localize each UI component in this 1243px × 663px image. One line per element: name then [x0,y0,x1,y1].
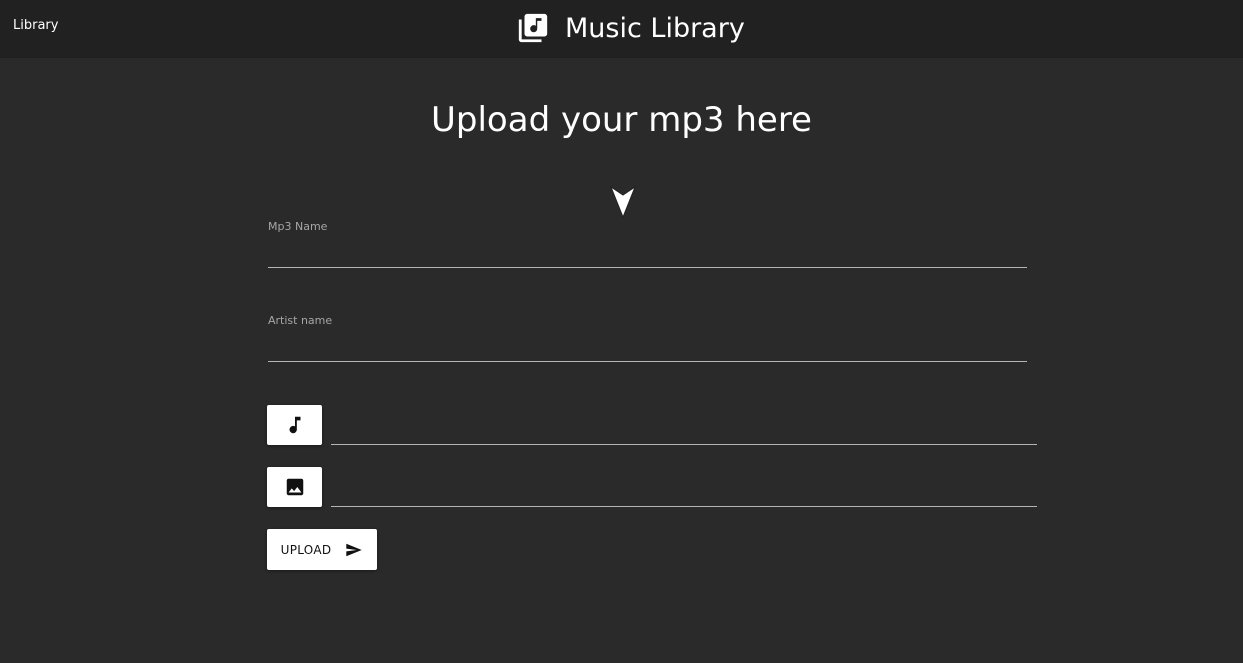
mp3-name-input[interactable] [268,243,1027,268]
music-note-icon [289,416,300,434]
upload-button[interactable]: UPLOAD [267,529,377,570]
artist-name-label: Artist name [268,314,333,327]
choose-audio-button[interactable] [267,405,322,445]
top-app-bar: Library Music Library [0,0,1243,57]
mouse-pointer-icon [610,186,636,218]
artist-name-input[interactable] [268,337,1027,362]
cover-file-path-input[interactable] [331,467,1037,507]
audio-file-row [267,405,1037,446]
nav-link-library[interactable]: Library [13,18,58,33]
image-icon [286,478,303,496]
mp3-name-field: Mp3 Name [268,220,1027,268]
artist-name-field: Artist name [268,314,1027,362]
brand: Music Library [516,10,745,46]
send-icon [346,543,363,556]
audio-file-path-input[interactable] [331,405,1037,445]
library-music-icon [518,13,548,43]
cover-file-row [267,467,1037,508]
upload-button-label: UPLOAD [280,542,332,557]
mp3-name-label: Mp3 Name [268,220,328,233]
choose-image-button[interactable] [267,467,322,507]
page-heading: Upload your mp3 here [431,100,812,140]
app-title: Music Library [565,12,745,44]
